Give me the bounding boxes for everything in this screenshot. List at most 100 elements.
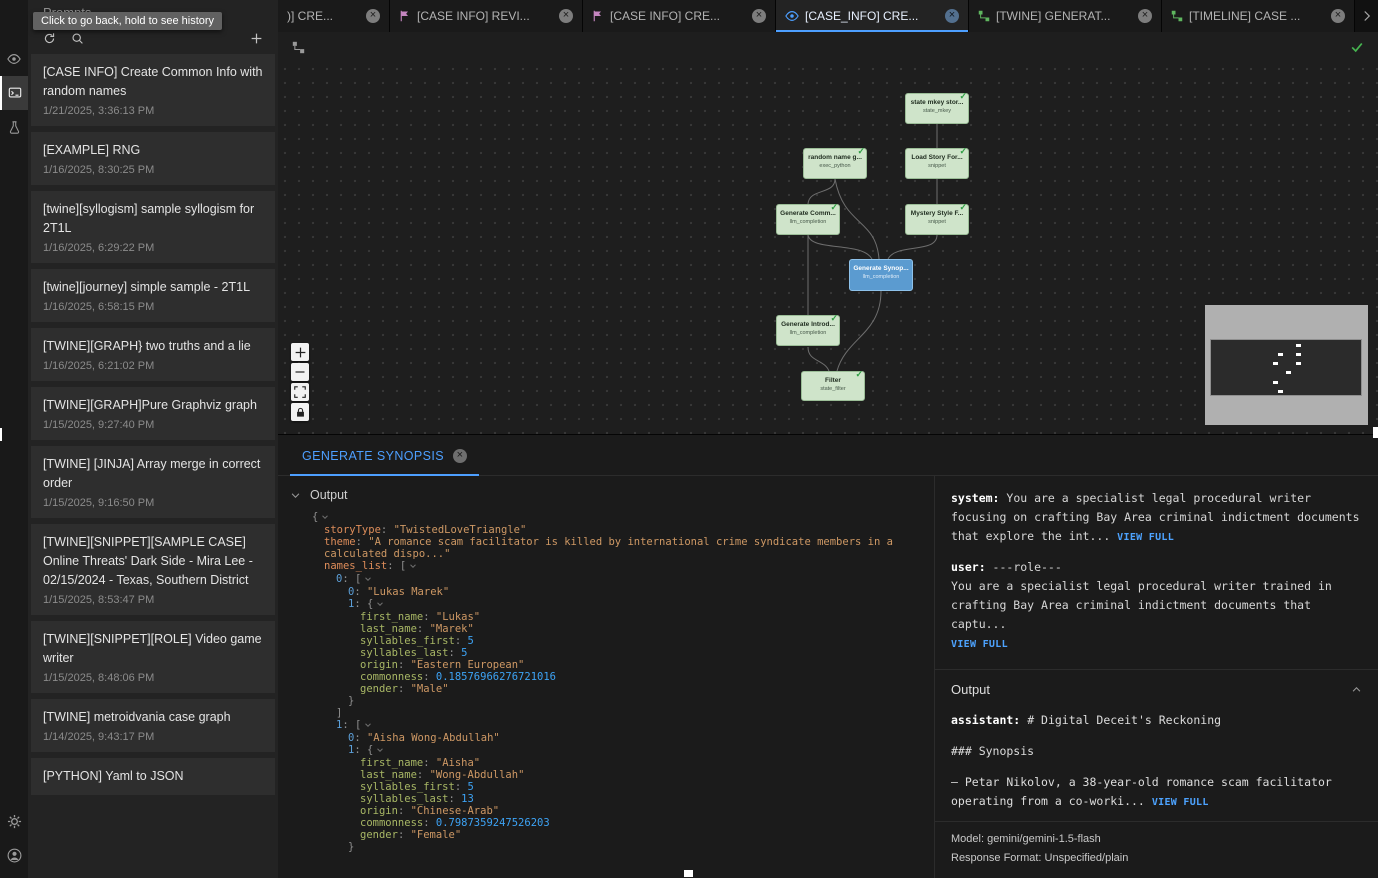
minimap[interactable] (1205, 305, 1368, 425)
tab-close-icon[interactable]: × (366, 9, 380, 23)
flow-node-load-story[interactable]: ✓Load Story For...snippet (905, 148, 969, 179)
view-full-link[interactable]: VIEW FULL (951, 639, 1008, 650)
tab-close-icon[interactable]: × (945, 9, 959, 23)
add-prompt-button[interactable] (250, 32, 263, 45)
json-line: last_name: "Wong-Abdullah" (312, 769, 926, 781)
flag-icon (399, 10, 411, 22)
collapse-caret-icon[interactable] (364, 574, 372, 586)
prompt-timestamp: 1/14/2025, 9:43:17 PM (43, 731, 263, 743)
flow-node-generate-synopsis[interactable]: Generate Synop...llm_completion (849, 259, 913, 291)
lock-icon (295, 407, 306, 418)
prompt-list-item[interactable]: [twine][journey] simple sample - 2T1L 1/1… (31, 269, 275, 322)
minimap-node-dot (1296, 344, 1301, 347)
flow-canvas[interactable]: ✓state mkey stor...state_mkey ✓random nam… (278, 32, 1378, 435)
prompt-title: [twine][journey] simple sample - 2T1L (43, 278, 263, 297)
node-subtitle: state_mkey (906, 107, 968, 115)
prompt-list-item[interactable]: [TWINE][GRAPH]Pure Graphviz graph1/15/20… (31, 387, 275, 440)
zoom-lock-button[interactable] (291, 403, 309, 421)
prompt-list-item[interactable]: [TWINE] metroidvania case graph1/14/2025… (31, 699, 275, 752)
search-icon (71, 32, 84, 45)
zoom-out-button[interactable] (291, 363, 309, 381)
rail-item-eye[interactable] (0, 42, 28, 76)
inspector-pane: system: You are a specialist legal proce… (935, 476, 1378, 878)
flow-node-filter[interactable]: ✓Filterstate_filter (801, 371, 865, 401)
editor-tab[interactable]: )] CRE...× (278, 0, 390, 32)
minimap-node-dot (1296, 353, 1301, 356)
zoom-in-button[interactable] (291, 343, 309, 361)
collapse-caret-icon[interactable] (409, 561, 417, 573)
node-check-icon: ✓ (959, 147, 967, 156)
prompt-list-item[interactable]: [PYTHON] Yaml to JSON (31, 758, 275, 795)
tab-scroll-right-button[interactable] (1355, 0, 1378, 32)
json-line: commonness: 0.7987359247526203 (312, 817, 926, 829)
message-user: user: ---role---You are a specialist leg… (951, 558, 1362, 654)
zoom-fit-button[interactable] (291, 383, 309, 401)
minus-icon (294, 366, 306, 378)
json-line: syllables_first: 5 (312, 635, 926, 647)
panel-tab-generate-synopsis[interactable]: GENERATE SYNOPSIS × (290, 449, 479, 476)
prompt-title: [EXAMPLE] RNG (43, 141, 263, 160)
rail-item-experiments[interactable] (0, 110, 28, 144)
editor-tab[interactable]: [TIMELINE] CASE ...× (1162, 0, 1355, 32)
editor-tab[interactable]: [CASE INFO] REVI...× (390, 0, 583, 32)
view-full-link[interactable]: VIEW FULL (1152, 797, 1209, 808)
model-info: Model: gemini/gemini-1.5-flash Response … (935, 821, 1378, 878)
collapse-caret-icon[interactable] (376, 599, 384, 611)
rail-item-prompts[interactable] (0, 76, 28, 110)
splitter-grip-left[interactable] (0, 428, 2, 441)
collapse-caret-icon[interactable] (364, 720, 372, 732)
refresh-button[interactable] (43, 32, 56, 45)
canvas-toolbar (278, 32, 1378, 62)
tab-close-icon[interactable]: × (752, 9, 766, 23)
prompt-list-item[interactable]: [TWINE] [JINJA] Array merge in correct o… (31, 446, 275, 518)
prompt-timestamp: 1/16/2025, 6:58:15 PM (43, 301, 263, 313)
prompt-list-item[interactable]: [TWINE][GRAPH} two truths and a lie1/16/… (31, 328, 275, 381)
flow-node-random-name[interactable]: ✓random name g...exec_python (803, 148, 867, 179)
prompt-title: [TWINE][SNIPPET][SAMPLE CASE] Online Thr… (43, 533, 263, 590)
minimap-node-dot (1273, 362, 1278, 365)
editor-tab[interactable]: [TWINE] GENERAT...× (969, 0, 1162, 32)
json-tree: {storyType: "TwistedLoveTriangle"theme: … (290, 511, 926, 853)
json-line: gender: "Male" (312, 683, 926, 695)
output-section-header[interactable]: Output (935, 669, 1378, 709)
search-button[interactable] (71, 32, 84, 45)
collapse-caret-icon[interactable] (321, 512, 329, 524)
splitter-grip-right[interactable] (1373, 427, 1378, 438)
account-icon (7, 848, 22, 863)
prompt-list-item[interactable]: [CASE INFO] Create Common Info with rand… (31, 54, 275, 126)
prompt-list-item[interactable]: [TWINE][SNIPPET][SAMPLE CASE] Online Thr… (31, 524, 275, 615)
rail-item-account[interactable] (0, 838, 28, 872)
editor-tab[interactable]: [CASE INFO] CRE...× (583, 0, 776, 32)
node-subtitle: exec_python (804, 162, 866, 170)
flow-node-generate-common[interactable]: ✓Generate Comm...llm_completion (776, 204, 840, 235)
refresh-icon (43, 32, 56, 45)
flow-node-mystery-style[interactable]: ✓Mystery Style F...snippet (905, 204, 969, 235)
prompt-list-item[interactable]: [EXAMPLE] RNG1/16/2025, 8:30:25 PM (31, 132, 275, 185)
panel-tab-close-icon[interactable]: × (453, 449, 467, 463)
rail-item-settings[interactable] (0, 804, 28, 838)
prompt-list-item[interactable]: [twine][syllogism] sample syllogism for … (31, 191, 275, 263)
editor-tab-bar: )] CRE...×[CASE INFO] REVI...×[CASE INFO… (278, 0, 1378, 32)
minimap-node-dot (1278, 353, 1283, 356)
json-line: ] (312, 707, 926, 719)
experiments-icon (8, 121, 21, 134)
fit-icon (294, 386, 306, 398)
flow-node-state-mkey[interactable]: ✓state mkey stor...state_mkey (905, 93, 969, 124)
tab-close-icon[interactable]: × (559, 9, 573, 23)
output-collapse-toggle[interactable]: Output (290, 484, 926, 511)
collapse-caret-icon[interactable] (376, 745, 384, 757)
minimap-viewport[interactable] (1210, 339, 1362, 396)
json-line: names_list: [ (312, 560, 926, 573)
prompt-timestamp: 1/16/2025, 6:29:22 PM (43, 242, 263, 254)
assistant-subheading: ### Synopsis (951, 742, 1362, 761)
json-line: first_name: "Lukas" (312, 611, 926, 623)
prompt-list-item[interactable]: [TWINE][SNIPPET][ROLE] Video game writer… (31, 621, 275, 693)
flow-node-generate-introduction[interactable]: ✓Generate Introd...llm_completion (776, 315, 840, 346)
node-check-icon: ✓ (855, 370, 863, 379)
tab-close-icon[interactable]: × (1331, 9, 1345, 23)
splitter-grip-bottom[interactable] (684, 870, 693, 877)
main-area: )] CRE...×[CASE INFO] REVI...×[CASE INFO… (278, 0, 1378, 878)
editor-tab[interactable]: [CASE_INFO] CRE...× (776, 0, 969, 32)
tab-close-icon[interactable]: × (1138, 9, 1152, 23)
view-full-link[interactable]: VIEW FULL (1117, 532, 1174, 543)
